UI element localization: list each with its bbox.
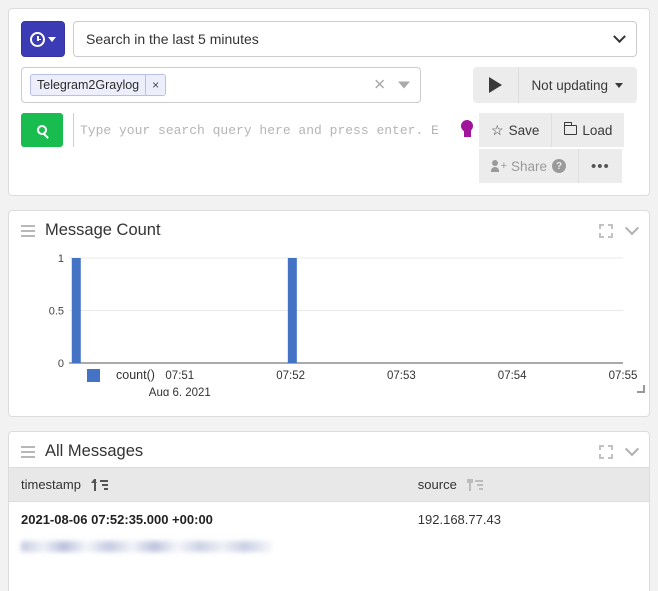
svg-text:07:52: 07:52: [276, 370, 305, 382]
help-icon[interactable]: ?: [552, 159, 567, 173]
chevron-down-icon: [613, 29, 626, 43]
messages-table: timestamp source 2021-08-06 07:52:35.000…: [9, 467, 649, 556]
graylog-search-page: Search in the last 5 minutes Telegram2Gr…: [0, 0, 658, 591]
sort-timestamp-icon[interactable]: [91, 479, 108, 491]
share-button[interactable]: + Share ?: [479, 149, 580, 183]
redacted-message-text: [21, 541, 273, 552]
svg-text:07:51: 07:51: [165, 370, 194, 382]
clear-streams-icon[interactable]: ✕: [373, 78, 386, 93]
refresh-interval-label: Not updating: [531, 77, 608, 93]
stream-select[interactable]: Telegram2Graylog × ✕: [21, 67, 421, 103]
drag-handle-icon[interactable]: [21, 224, 35, 237]
more-actions-button[interactable]: •••: [579, 149, 622, 183]
table-row-message-preview[interactable]: [9, 531, 649, 556]
timerange-label: Search in the last 5 minutes: [86, 31, 259, 47]
drag-handle-icon[interactable]: [21, 445, 35, 458]
clock-icon: [30, 31, 45, 47]
star-icon: ☆: [491, 122, 504, 138]
search-actions-top-row: ☆ Save Load: [479, 113, 637, 147]
column-label-timestamp: timestamp: [21, 477, 81, 492]
messages-table-body: 2021-08-06 07:52:35.000 +00:00 192.168.7…: [9, 502, 649, 557]
time-picker-button[interactable]: [21, 21, 65, 57]
chart-widget-actions: [599, 220, 640, 238]
messages-table-head: timestamp source: [9, 467, 649, 502]
stream-dropdown-caret-icon[interactable]: [398, 81, 410, 89]
lightbulb-icon[interactable]: [461, 120, 474, 139]
person-add-icon: +: [491, 159, 507, 173]
stream-filter-row: Telegram2Graylog × ✕ Not updating: [21, 67, 637, 103]
chart-widget-title: Message Count: [45, 221, 161, 239]
timerange-select[interactable]: Search in the last 5 minutes: [73, 21, 637, 57]
table-widget-title: All Messages: [45, 442, 144, 460]
chevron-down-icon[interactable]: [624, 220, 640, 235]
folder-icon: [563, 122, 578, 135]
search-actions: ☆ Save Load + Share ? •••: [479, 113, 637, 183]
svg-text:0: 0: [58, 358, 64, 370]
refresh-play-button[interactable]: [473, 67, 520, 103]
column-label-source: source: [417, 477, 457, 492]
stream-pill[interactable]: Telegram2Graylog ×: [30, 74, 167, 96]
run-search-button[interactable]: [21, 113, 63, 147]
caret-down-icon: [615, 82, 623, 88]
compress-icon[interactable]: [599, 444, 613, 459]
timerange-row: Search in the last 5 minutes: [21, 21, 637, 57]
compress-icon[interactable]: [599, 223, 613, 238]
column-header-source[interactable]: source: [405, 467, 649, 502]
svg-text:Aug 6, 2021: Aug 6, 2021: [149, 387, 211, 396]
query-row: ☆ Save Load + Share ? •••: [21, 113, 637, 183]
play-icon: [489, 77, 503, 93]
cell-message-redacted: [9, 531, 649, 556]
search-actions-bottom-row: + Share ? •••: [479, 149, 637, 183]
table-row[interactable]: 2021-08-06 07:52:35.000 +00:00 192.168.7…: [9, 502, 649, 532]
sort-source-icon[interactable]: [466, 479, 484, 491]
refresh-interval-dropdown[interactable]: Not updating: [519, 67, 637, 103]
chart-legend: count(): [87, 368, 155, 382]
stream-pill-label: Telegram2Graylog: [37, 78, 140, 92]
table-header-row: timestamp source: [9, 467, 649, 502]
column-header-timestamp[interactable]: timestamp: [9, 467, 406, 502]
svg-text:07:53: 07:53: [387, 370, 416, 382]
legend-label: count(): [116, 368, 155, 382]
stream-pill-remove-icon[interactable]: ×: [145, 75, 166, 95]
table-widget-header: All Messages: [9, 432, 649, 467]
widget-resize-handle[interactable]: [637, 385, 645, 393]
load-label: Load: [582, 122, 613, 138]
chart-body: 0 0.5 1 07:51 07:52 07:53 07:54 07:55 Aug 6, 202…: [9, 246, 649, 396]
share-label: Share: [511, 158, 548, 174]
caret-down-icon: [48, 36, 56, 42]
table-widget-actions: [599, 441, 640, 459]
legend-swatch: [87, 368, 100, 382]
cell-source: 192.168.77.43: [417, 512, 501, 527]
svg-text:07:54: 07:54: [498, 370, 527, 382]
search-icon: [37, 125, 47, 135]
save-label: Save: [508, 122, 540, 138]
refresh-controls: Not updating: [473, 67, 637, 103]
chevron-down-icon[interactable]: [624, 441, 640, 456]
query-input-wrapper: [73, 113, 473, 147]
search-input[interactable]: [73, 113, 473, 147]
chart-widget-header: Message Count: [9, 211, 649, 246]
load-button[interactable]: Load: [552, 113, 625, 147]
save-button[interactable]: ☆ Save: [479, 113, 553, 147]
svg-text:07:55: 07:55: [609, 370, 638, 382]
ellipsis-icon: •••: [591, 157, 610, 175]
message-count-widget: Message Count 0 0.5 1 07:51 07:52 07:53 07:54 0…: [8, 210, 650, 417]
cell-timestamp: 2021-08-06 07:52:35.000 +00:00: [21, 512, 213, 527]
svg-text:0.5: 0.5: [49, 306, 64, 318]
all-messages-widget: All Messages timestamp source 2021-08-06…: [8, 431, 650, 591]
svg-text:1: 1: [58, 253, 64, 265]
search-bar-card: Search in the last 5 minutes Telegram2Gr…: [8, 8, 650, 196]
